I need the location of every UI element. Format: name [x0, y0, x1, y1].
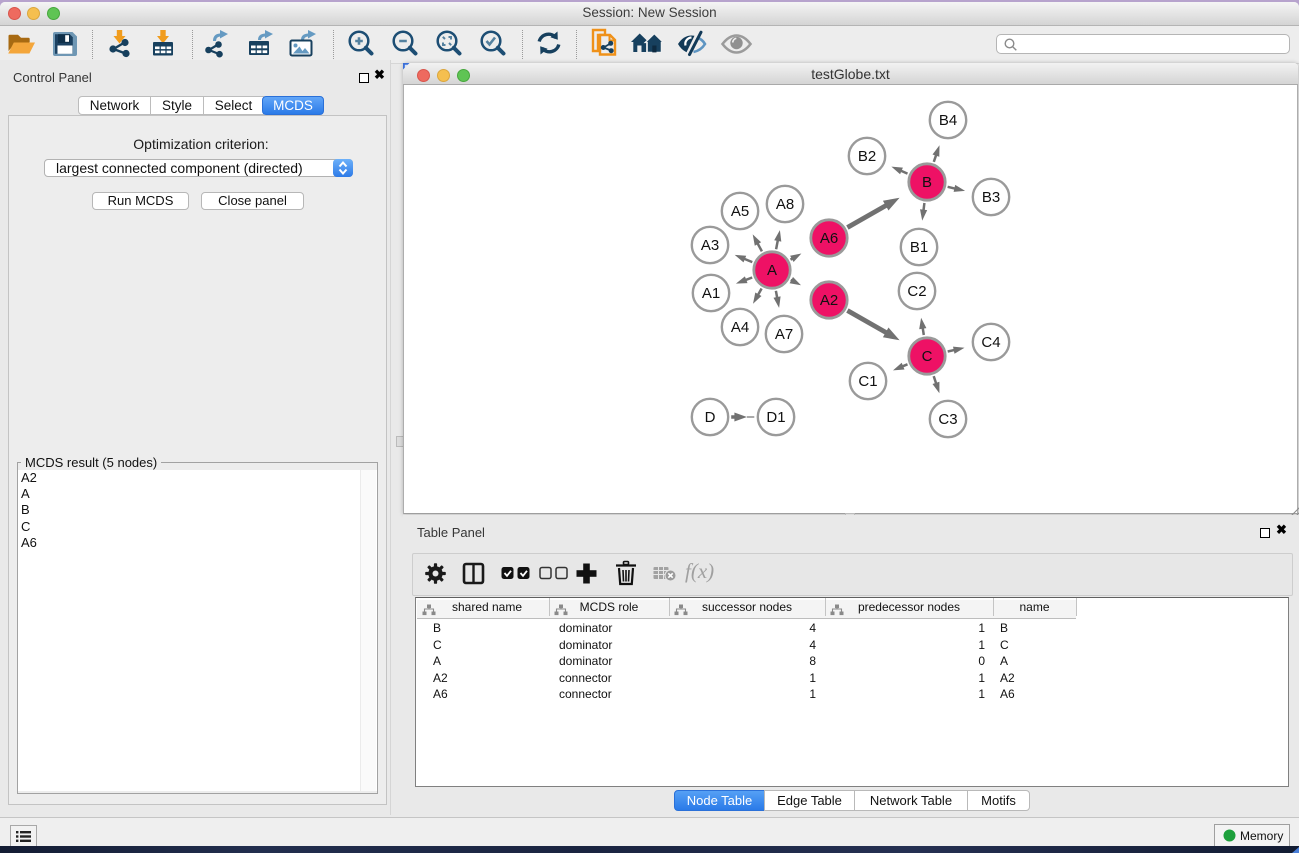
svg-text:C4: C4 [981, 334, 1000, 351]
svg-text:C: C [922, 348, 933, 365]
svg-text:D1: D1 [766, 409, 785, 426]
svg-text:B2: B2 [858, 148, 876, 165]
svg-text:A7: A7 [775, 326, 793, 343]
svg-text:B: B [922, 174, 932, 191]
svg-text:A8: A8 [776, 196, 794, 213]
svg-text:D: D [705, 409, 716, 426]
svg-text:A6: A6 [820, 230, 838, 247]
svg-text:B1: B1 [910, 239, 928, 256]
svg-text:B4: B4 [939, 112, 957, 129]
svg-text:A2: A2 [820, 292, 838, 309]
svg-text:A1: A1 [702, 285, 720, 302]
svg-text:B3: B3 [982, 189, 1000, 206]
svg-text:A5: A5 [731, 203, 749, 220]
svg-text:A: A [767, 262, 777, 279]
svg-text:C3: C3 [938, 411, 957, 428]
svg-text:A4: A4 [731, 319, 749, 336]
svg-text:A3: A3 [701, 237, 719, 254]
svg-text:C2: C2 [907, 283, 926, 300]
svg-text:C1: C1 [858, 373, 877, 390]
